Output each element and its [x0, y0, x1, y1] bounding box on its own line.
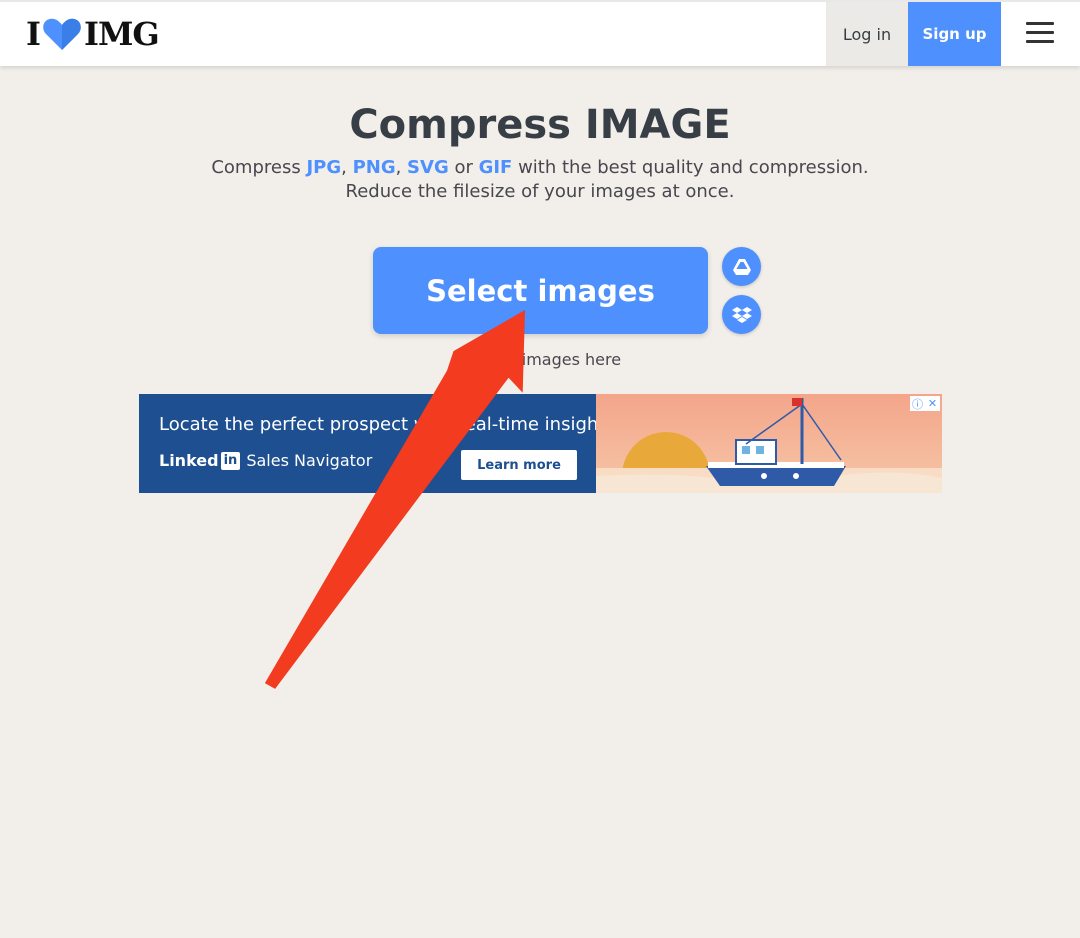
select-images-button[interactable]: Select images — [373, 247, 708, 334]
ad-info-icon[interactable]: ⓘ — [910, 396, 925, 411]
format-link-png[interactable]: PNG — [353, 157, 396, 178]
heart-icon — [43, 18, 81, 50]
linkedin-wordmark: Linked — [159, 451, 219, 470]
ad-badges: ⓘ ✕ — [910, 396, 940, 411]
dropbox-button[interactable] — [722, 295, 761, 334]
ad-close-icon[interactable]: ✕ — [925, 396, 940, 411]
ilovimg-logo[interactable]: I IMG — [26, 15, 160, 53]
format-link-gif[interactable]: GIF — [479, 157, 513, 178]
advertisement-banner[interactable]: Locate the perfect prospect with real-ti… — [139, 394, 942, 493]
logo-img: IMG — [83, 15, 160, 53]
ad-text-panel: Locate the perfect prospect with real-ti… — [139, 394, 620, 493]
google-drive-icon — [732, 258, 751, 275]
subtitle-suffix: with the best quality and compression. — [512, 157, 869, 178]
ad-brand: Linked in Sales Navigator — [159, 451, 372, 470]
signup-button[interactable]: Sign up — [908, 2, 1001, 66]
ad-illustration: ⓘ ✕ — [596, 394, 942, 493]
ad-learn-more-button[interactable]: Learn more — [461, 450, 577, 480]
hamburger-icon[interactable] — [1026, 22, 1054, 46]
menu-bar — [1026, 31, 1054, 34]
ad-product: Sales Navigator — [246, 451, 373, 470]
separator: , — [341, 157, 353, 178]
subtitle-line-1: Compress JPG, PNG, SVG or GIF with the b… — [0, 156, 1080, 180]
login-button[interactable]: Log in — [826, 2, 908, 66]
menu-bar — [1026, 22, 1054, 25]
format-link-jpg[interactable]: JPG — [306, 157, 341, 178]
subtitle-prefix: Compress — [211, 157, 307, 178]
linkedin-in-logo: in — [220, 451, 241, 470]
page-subtitle: Compress JPG, PNG, SVG or GIF with the b… — [0, 156, 1080, 204]
dropbox-icon — [731, 306, 752, 323]
drop-hint-text: or drop images here — [458, 350, 622, 369]
separator: or — [448, 157, 479, 178]
subtitle-line-2: Reduce the filesize of your images at on… — [345, 181, 735, 202]
page-title: Compress IMAGE — [349, 102, 731, 148]
ad-headline: Locate the perfect prospect with real-ti… — [159, 414, 621, 435]
menu-bar — [1026, 40, 1054, 43]
boat-sunset-illustration — [596, 394, 942, 493]
google-drive-button[interactable] — [722, 247, 761, 286]
top-navbar: I IMG Log in Sign up — [0, 0, 1080, 66]
separator: , — [395, 157, 408, 178]
format-link-svg[interactable]: SVG — [407, 157, 449, 178]
logo-i: I — [26, 15, 41, 53]
